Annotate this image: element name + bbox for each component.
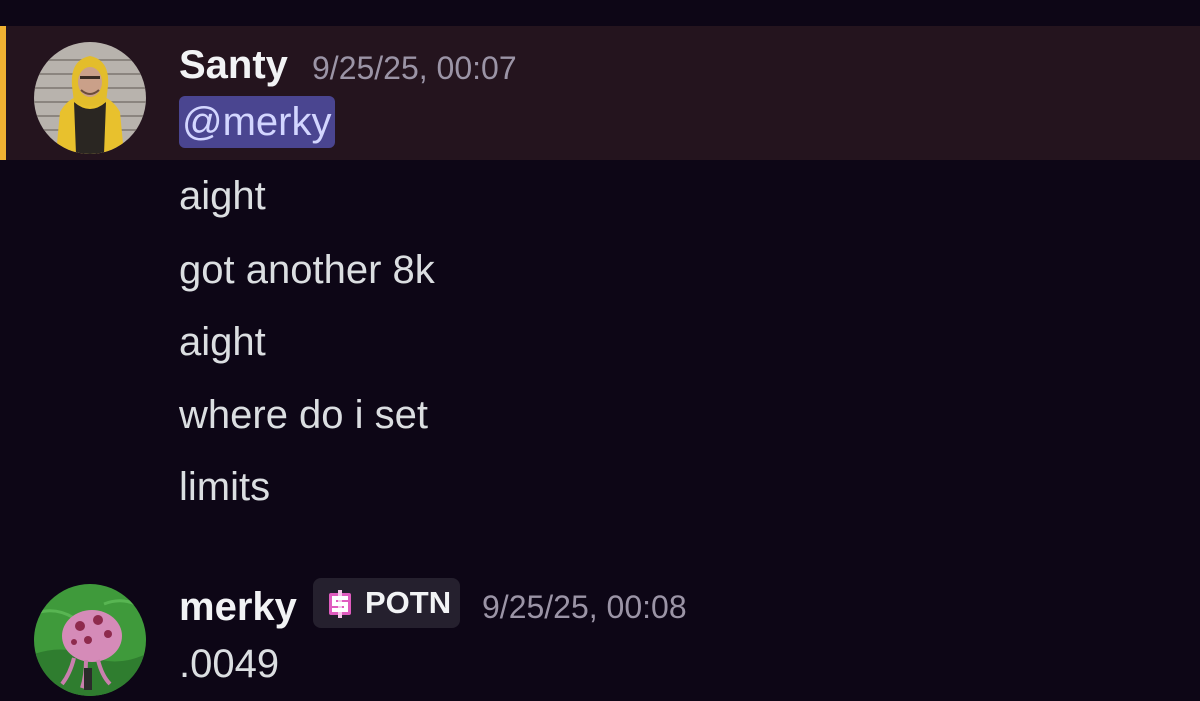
message-timestamp[interactable]: 9/25/25, 00:07 bbox=[312, 52, 517, 84]
santy-avatar-image bbox=[34, 42, 146, 154]
user-mention[interactable]: @merky bbox=[179, 96, 335, 148]
chat-view: Santy 9/25/25, 00:07 @merky aight got an… bbox=[0, 0, 1200, 701]
pink-dollar-pixel-icon bbox=[329, 590, 351, 618]
message-line: got another 8k bbox=[179, 248, 435, 292]
message-line: limits bbox=[179, 465, 271, 509]
message-timestamp[interactable]: 9/25/25, 00:08 bbox=[482, 591, 687, 623]
server-tag[interactable]: POTN bbox=[313, 578, 460, 628]
message-line: .0049 bbox=[179, 642, 280, 686]
merky-avatar-image bbox=[34, 584, 146, 696]
author-name[interactable]: merky bbox=[179, 587, 297, 627]
author-name[interactable]: Santy bbox=[179, 45, 288, 85]
server-tag-label: POTN bbox=[365, 585, 452, 620]
mention-highlight-bar bbox=[0, 26, 6, 160]
message-line: aight bbox=[179, 174, 266, 218]
message-line: where do i set bbox=[179, 393, 429, 437]
merky-avatar[interactable] bbox=[34, 584, 146, 696]
santy-avatar[interactable] bbox=[34, 42, 146, 154]
message-line: aight bbox=[179, 320, 266, 364]
top-strip bbox=[0, 0, 1200, 26]
